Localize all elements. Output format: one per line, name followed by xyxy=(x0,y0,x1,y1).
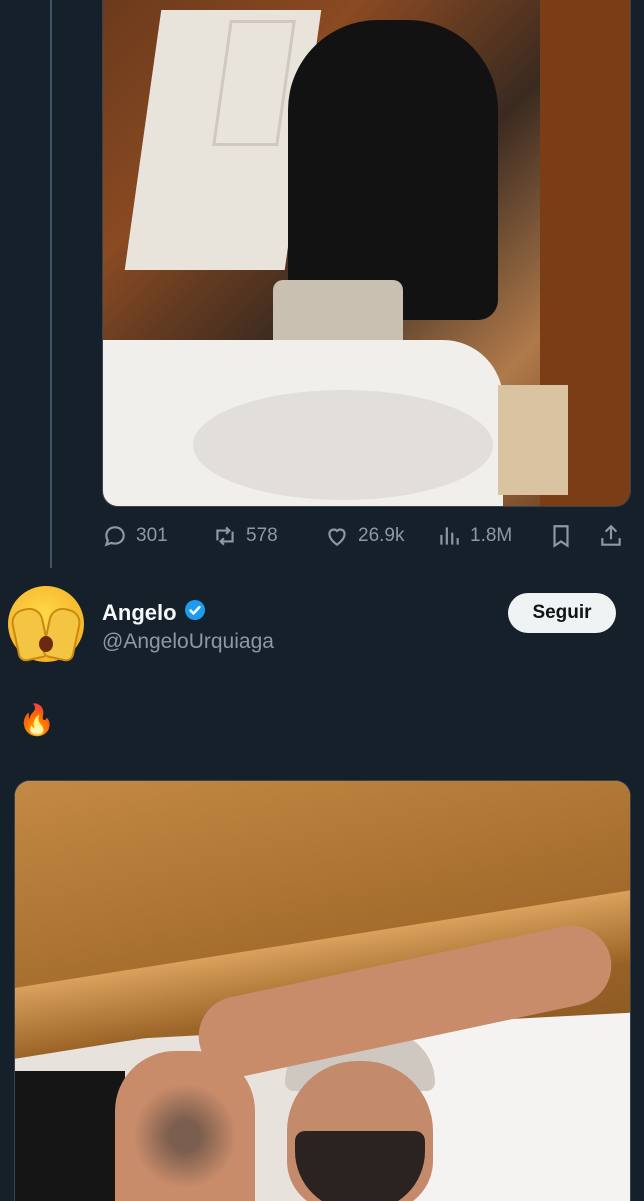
retweet-count: 578 xyxy=(246,525,278,546)
tweet-action-bar: 301 578 26.9k 1.8M xyxy=(102,518,629,554)
author-name-row[interactable]: Angelo xyxy=(102,598,207,627)
views-button[interactable]: 1.8M xyxy=(436,523,512,549)
like-icon xyxy=(328,528,346,546)
thread-connector-line xyxy=(50,0,52,568)
author-name[interactable]: Angelo xyxy=(102,600,177,626)
verified-badge-icon xyxy=(183,598,207,627)
like-count: 26.9k xyxy=(358,525,405,546)
author-handle[interactable]: @AngeloUrquiaga xyxy=(102,630,274,654)
retweet-button[interactable]: 578 xyxy=(212,523,278,549)
tweet-text: 🔥 xyxy=(18,704,56,737)
views-icon xyxy=(440,527,459,545)
retweet-icon xyxy=(216,526,234,546)
tweet-media-image[interactable] xyxy=(14,780,631,1201)
like-button[interactable]: 26.9k xyxy=(324,523,404,549)
follow-button[interactable]: Seguir xyxy=(508,593,616,633)
bookmark-icon xyxy=(553,525,569,548)
share-button[interactable] xyxy=(598,523,624,549)
reply-count: 301 xyxy=(136,525,168,546)
tweet-media-image[interactable] xyxy=(102,0,631,507)
views-count: 1.8M xyxy=(470,525,513,546)
face-with-hands-over-eyes-emoji-icon xyxy=(8,586,84,663)
reply-button[interactable]: 301 xyxy=(102,523,168,549)
bookmark-button[interactable] xyxy=(548,523,574,549)
reply-icon xyxy=(104,526,125,547)
avatar[interactable] xyxy=(6,584,86,664)
share-icon xyxy=(601,524,621,546)
